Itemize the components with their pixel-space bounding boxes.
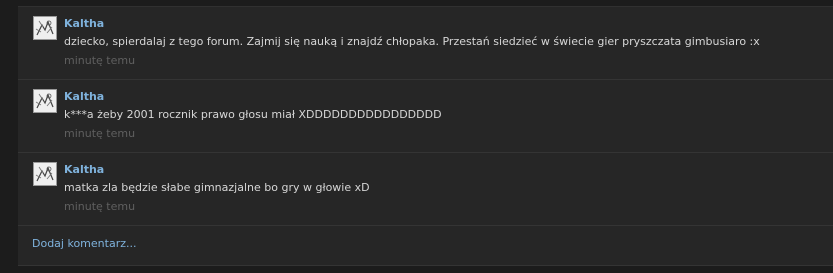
comment-author-link[interactable]: Kaltha — [64, 17, 104, 30]
avatar[interactable] — [33, 89, 57, 113]
sketch-avatar-icon — [34, 163, 56, 185]
comment-text: dziecko, spierdalaj z tego forum. Zajmij… — [64, 35, 760, 48]
add-comment-link[interactable]: Dodaj komentarz... — [32, 237, 136, 250]
sketch-avatar-icon — [34, 90, 56, 112]
avatar[interactable] — [33, 16, 57, 40]
comment-author-link[interactable]: Kaltha — [64, 163, 104, 176]
comment-item: Kaltha matka zla będzie słabe gimnazjaln… — [18, 153, 833, 226]
page-background: Kaltha dziecko, spierdalaj z tego forum.… — [0, 0, 833, 273]
sketch-avatar-icon — [34, 17, 56, 39]
comments-panel: Kaltha dziecko, spierdalaj z tego forum.… — [18, 6, 833, 266]
comment-item: Kaltha dziecko, spierdalaj z tego forum.… — [18, 7, 833, 80]
comment-timestamp: minutę temu — [64, 127, 136, 140]
divider — [18, 265, 833, 266]
comment-text: k***a żeby 2001 rocznik prawo głosu miał… — [64, 108, 442, 121]
comment-text: matka zla będzie słabe gimnazjalne bo gr… — [64, 181, 370, 194]
comment-timestamp: minutę temu — [64, 200, 136, 213]
comment-author-link[interactable]: Kaltha — [64, 90, 104, 103]
comment-timestamp: minutę temu — [64, 54, 136, 67]
comment-item: Kaltha k***a żeby 2001 rocznik prawo gło… — [18, 80, 833, 153]
avatar[interactable] — [33, 162, 57, 186]
